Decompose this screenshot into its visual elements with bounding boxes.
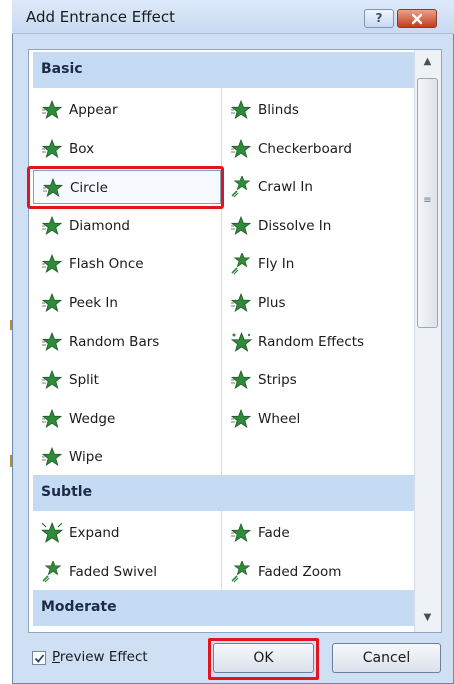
star-effect-icon — [230, 215, 252, 237]
effect-item-fly-in[interactable]: Fly In — [222, 247, 414, 281]
effect-item-blinds[interactable]: Blinds — [222, 93, 414, 127]
effect-item-label: Wheel — [258, 410, 301, 427]
preview-effect-label[interactable]: Preview Effect — [52, 649, 148, 665]
circle-highlight-box — [27, 166, 224, 209]
effect-item-label: Diamond — [69, 217, 130, 234]
effect-item-checkerboard[interactable]: Checkerboard — [222, 132, 414, 166]
effect-item-label: Appear — [69, 102, 118, 118]
scroll-down-arrow-icon[interactable]: ▼ — [415, 608, 440, 628]
effect-item-label: Wipe — [69, 449, 103, 466]
effect-item-crawl-in[interactable]: Crawl In — [222, 170, 414, 204]
effect-item-label: Checkerboard — [258, 140, 352, 157]
effect-item-strips[interactable]: Strips — [222, 363, 414, 397]
star-effect-icon — [41, 99, 63, 121]
effect-item-split[interactable]: Split — [33, 363, 221, 397]
help-button[interactable]: ? — [364, 9, 394, 28]
effect-item-label: Box — [69, 140, 95, 157]
close-button[interactable] — [397, 9, 437, 28]
effect-item-label: Faded Swivel — [69, 563, 157, 580]
star-effect-icon — [41, 292, 63, 314]
effect-item-label: Plus — [258, 295, 286, 311]
cancel-button[interactable]: Cancel — [332, 643, 441, 673]
effect-item-label: Expand — [69, 525, 120, 541]
effect-item-dissolve-in[interactable]: Dissolve In — [222, 209, 414, 243]
star-effect-icon — [41, 215, 63, 237]
star-motion-icon — [230, 174, 252, 198]
effect-item-plus[interactable]: Plus — [222, 286, 414, 320]
effect-item-wheel[interactable]: Wheel — [222, 402, 414, 436]
preview-effect-label-rest: review Effect — [59, 649, 148, 665]
star-effect-icon — [230, 99, 252, 121]
checkmark-icon — [34, 654, 44, 663]
effect-item-diamond[interactable]: Diamond — [33, 209, 221, 243]
close-icon — [411, 13, 423, 25]
section-label: Moderate — [41, 599, 117, 615]
effect-item-fade[interactable]: Fade — [222, 516, 414, 550]
effect-item-label: Faded Zoom — [258, 563, 342, 580]
star-effect-icon — [41, 253, 63, 275]
star-motion-icon — [41, 559, 63, 583]
effect-item-faded-swivel[interactable]: Faded Swivel — [33, 555, 221, 589]
effect-item-label: Dissolve In — [258, 217, 332, 234]
effect-item-label: Fly In — [258, 256, 295, 273]
effect-item-wedge[interactable]: Wedge — [33, 402, 221, 436]
effect-item-label: Peek In — [69, 295, 118, 311]
effect-item-label: Fade — [258, 525, 290, 541]
effect-item-label: Split — [69, 372, 99, 389]
star-effect-icon — [41, 369, 63, 391]
effect-item-box[interactable]: Box — [33, 132, 221, 166]
effect-item-expand[interactable]: Expand — [33, 516, 221, 550]
star-effect-icon — [230, 522, 252, 544]
effect-item-appear[interactable]: Appear — [33, 93, 221, 127]
effect-item-random-effects[interactable]: Random Effects — [222, 325, 414, 359]
effect-item-label: Blinds — [258, 102, 299, 118]
ok-highlight-box — [208, 638, 319, 680]
effect-item-peek-in[interactable]: Peek In — [33, 286, 221, 320]
star-effect-icon — [230, 408, 252, 430]
star-expand-icon — [40, 521, 64, 544]
star-effect-icon — [41, 331, 63, 353]
star-effect-icon — [41, 446, 63, 468]
star-effect-icon — [230, 369, 252, 391]
scroll-up-arrow-icon[interactable]: ▲ — [415, 52, 440, 72]
preview-effect-accelerator: P — [52, 649, 60, 665]
star-effect-icon — [41, 408, 63, 430]
effect-item-label: Random Effects — [258, 333, 365, 350]
section-label: Subtle — [41, 484, 93, 500]
scroll-grip-icon: ≡ — [423, 195, 432, 206]
effect-item-faded-zoom[interactable]: Faded Zoom — [222, 555, 414, 589]
dialog-title: Add Entrance Effect — [26, 8, 175, 26]
star-effect-icon — [230, 292, 252, 314]
effect-item-label: Random Bars — [69, 333, 160, 350]
background-window-edge — [0, 0, 13, 684]
section-label: Basic — [41, 61, 83, 77]
effect-item-label: Wedge — [69, 410, 116, 427]
star-motion-icon — [230, 252, 252, 275]
preview-effect-checkbox[interactable] — [32, 651, 46, 665]
section-header-basic: Basic — [33, 52, 414, 88]
star-random-icon — [230, 331, 253, 353]
star-effect-icon — [41, 138, 63, 160]
effect-item-label: Flash Once — [69, 256, 144, 273]
effect-item-random-bars[interactable]: Random Bars — [33, 325, 221, 359]
effect-item-wipe[interactable]: Wipe — [33, 440, 221, 474]
effect-item-label: Strips — [258, 372, 297, 389]
star-effect-icon — [230, 138, 252, 160]
effect-item-flash-once[interactable]: Flash Once — [33, 247, 221, 281]
star-motion-icon — [230, 559, 252, 583]
effect-item-label: Crawl In — [258, 179, 313, 196]
section-header-subtle: Subtle — [33, 475, 414, 511]
section-header-moderate: Moderate — [33, 590, 414, 626]
